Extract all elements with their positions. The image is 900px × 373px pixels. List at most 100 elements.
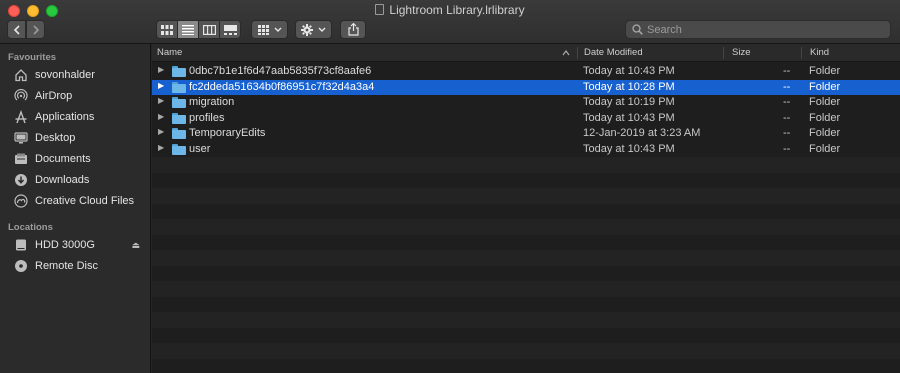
file-name: TemporaryEdits [189, 127, 266, 139]
disclosure-triangle-icon[interactable]: ▶ [158, 81, 164, 90]
desktop-icon [14, 131, 28, 145]
folder-icon [172, 128, 186, 139]
grid-icon [257, 24, 269, 35]
empty-row [152, 343, 900, 359]
table-row[interactable]: ▶ TemporaryEdits 12-Jan-2019 at 3:23 AM … [152, 126, 900, 142]
sidebar-item-applications[interactable]: Applications [14, 107, 148, 127]
sidebar-item-documents[interactable]: Documents [14, 149, 148, 169]
folder-icon [172, 143, 186, 155]
disclosure-triangle-icon[interactable]: ▶ [158, 143, 164, 152]
folder-icon [172, 112, 186, 124]
chevron-left-icon [13, 24, 20, 35]
file-kind: Folder [809, 111, 841, 124]
sidebar: Favourites sovonhalder AirDrop Applicati… [0, 44, 151, 373]
back-button[interactable] [7, 20, 26, 39]
disc-icon [14, 259, 28, 273]
disclosure-triangle-icon[interactable]: ▶ [158, 112, 164, 121]
empty-row [152, 219, 900, 235]
empty-row [152, 328, 900, 344]
share-button[interactable] [340, 20, 366, 39]
disclosure-triangle-icon[interactable]: ▶ [158, 96, 164, 105]
file-kind: Folder [809, 96, 841, 108]
applications-icon [14, 110, 28, 124]
file-date: 12-Jan-2019 at 3:23 AM [583, 127, 701, 139]
disclosure-triangle-icon[interactable]: ▶ [158, 127, 164, 136]
documents-icon [14, 152, 28, 166]
file-kind: Folder [809, 142, 841, 155]
folder-icon [172, 66, 186, 77]
sidebar-item-home[interactable]: sovonhalder [14, 65, 148, 85]
table-row[interactable]: ▶ 0dbc7b1e1f6d47aab5835f73cf8aafe6 Today… [152, 64, 900, 80]
group-by-button[interactable] [251, 20, 288, 39]
file-date: Today at 10:43 PM [583, 65, 675, 77]
sidebar-item-desktop[interactable]: Desktop [14, 128, 148, 148]
empty-row [152, 188, 900, 204]
table-row-selected[interactable]: ▶ fc2ddeda51634b0f86951c7f32d4a3a4 Today… [152, 79, 900, 95]
file-kind: Folder [809, 65, 841, 77]
column-header-date-modified[interactable]: Date Modified [584, 44, 643, 62]
icon-view-button[interactable] [156, 20, 178, 39]
window-title: Lightroom Library.lrlibrary [0, 3, 900, 17]
empty-row [152, 157, 900, 173]
file-name: user [189, 142, 211, 155]
airdrop-icon [14, 89, 28, 103]
column-header-size[interactable]: Size [732, 44, 750, 62]
document-icon [375, 4, 385, 15]
file-size: -- [783, 65, 791, 77]
file-size: -- [783, 80, 791, 93]
file-date: Today at 10:43 PM [583, 111, 675, 124]
sidebar-item-downloads[interactable]: Downloads [14, 170, 148, 190]
sidebar-item-label: Documents [35, 153, 91, 165]
column-view-button[interactable] [198, 20, 220, 39]
sidebar-item-label: Remote Disc [35, 260, 98, 272]
empty-row [152, 359, 900, 373]
file-name: fc2ddeda51634b0f86951c7f32d4a3a4 [189, 80, 375, 93]
chevron-down-icon [318, 27, 326, 32]
column-header-kind[interactable]: Kind [810, 44, 829, 62]
sidebar-item-creative-cloud-files[interactable]: Creative Cloud Files [14, 191, 148, 211]
hard-drive-icon [14, 238, 28, 252]
list-view-button[interactable] [177, 20, 199, 39]
file-name: 0dbc7b1e1f6d47aab5835f73cf8aafe6 [189, 65, 372, 77]
file-list: Name Date Modified Size Kind ▶ 0dbc7b1e1… [152, 44, 900, 373]
table-row[interactable]: ▶ migration Today at 10:19 PM -- Folder [152, 95, 900, 111]
file-size: -- [783, 96, 791, 108]
sort-ascending-icon [562, 50, 570, 56]
empty-row [152, 266, 900, 282]
sidebar-item-label: AirDrop [35, 90, 73, 102]
column-divider[interactable] [723, 47, 724, 59]
locations-header: Locations [8, 222, 53, 233]
sidebar-item-hdd-3000g[interactable]: HDD 3000G ⏏ [14, 235, 148, 255]
sidebar-item-label: HDD 3000G [35, 239, 95, 251]
empty-row [152, 204, 900, 220]
gallery-view-icon [223, 24, 237, 35]
file-name: migration [189, 96, 235, 108]
action-menu-button[interactable] [295, 20, 332, 39]
file-name: profiles [189, 111, 225, 124]
table-row[interactable]: ▶ user Today at 10:43 PM -- Folder [152, 142, 900, 158]
sidebar-item-label: Applications [35, 111, 95, 123]
toolbar: Lightroom Library.lrlibrary [0, 0, 900, 44]
column-divider[interactable] [577, 47, 578, 59]
file-kind: Folder [809, 127, 841, 139]
empty-row [152, 281, 900, 297]
favourites-header: Favourites [8, 52, 57, 63]
column-header-name[interactable]: Name [157, 44, 182, 62]
list-header: Name Date Modified Size Kind [152, 44, 900, 62]
gallery-view-button[interactable] [219, 20, 241, 39]
search-field[interactable] [625, 20, 891, 39]
disclosure-triangle-icon[interactable]: ▶ [158, 65, 164, 74]
eject-icon[interactable]: ⏏ [131, 240, 140, 251]
column-divider[interactable] [801, 47, 802, 59]
search-input[interactable] [647, 23, 877, 36]
creative-cloud-icon [14, 194, 28, 208]
file-date: Today at 10:43 PM [583, 142, 675, 155]
forward-button[interactable] [26, 20, 45, 39]
table-row[interactable]: ▶ profiles Today at 10:43 PM -- Folder [152, 111, 900, 127]
share-icon [347, 23, 359, 36]
home-icon [14, 68, 28, 82]
window-title-text: Lightroom Library.lrlibrary [389, 3, 525, 17]
sidebar-item-label: Downloads [35, 174, 90, 186]
sidebar-item-airdrop[interactable]: AirDrop [14, 86, 148, 106]
sidebar-item-remote-disc[interactable]: Remote Disc [14, 256, 148, 276]
